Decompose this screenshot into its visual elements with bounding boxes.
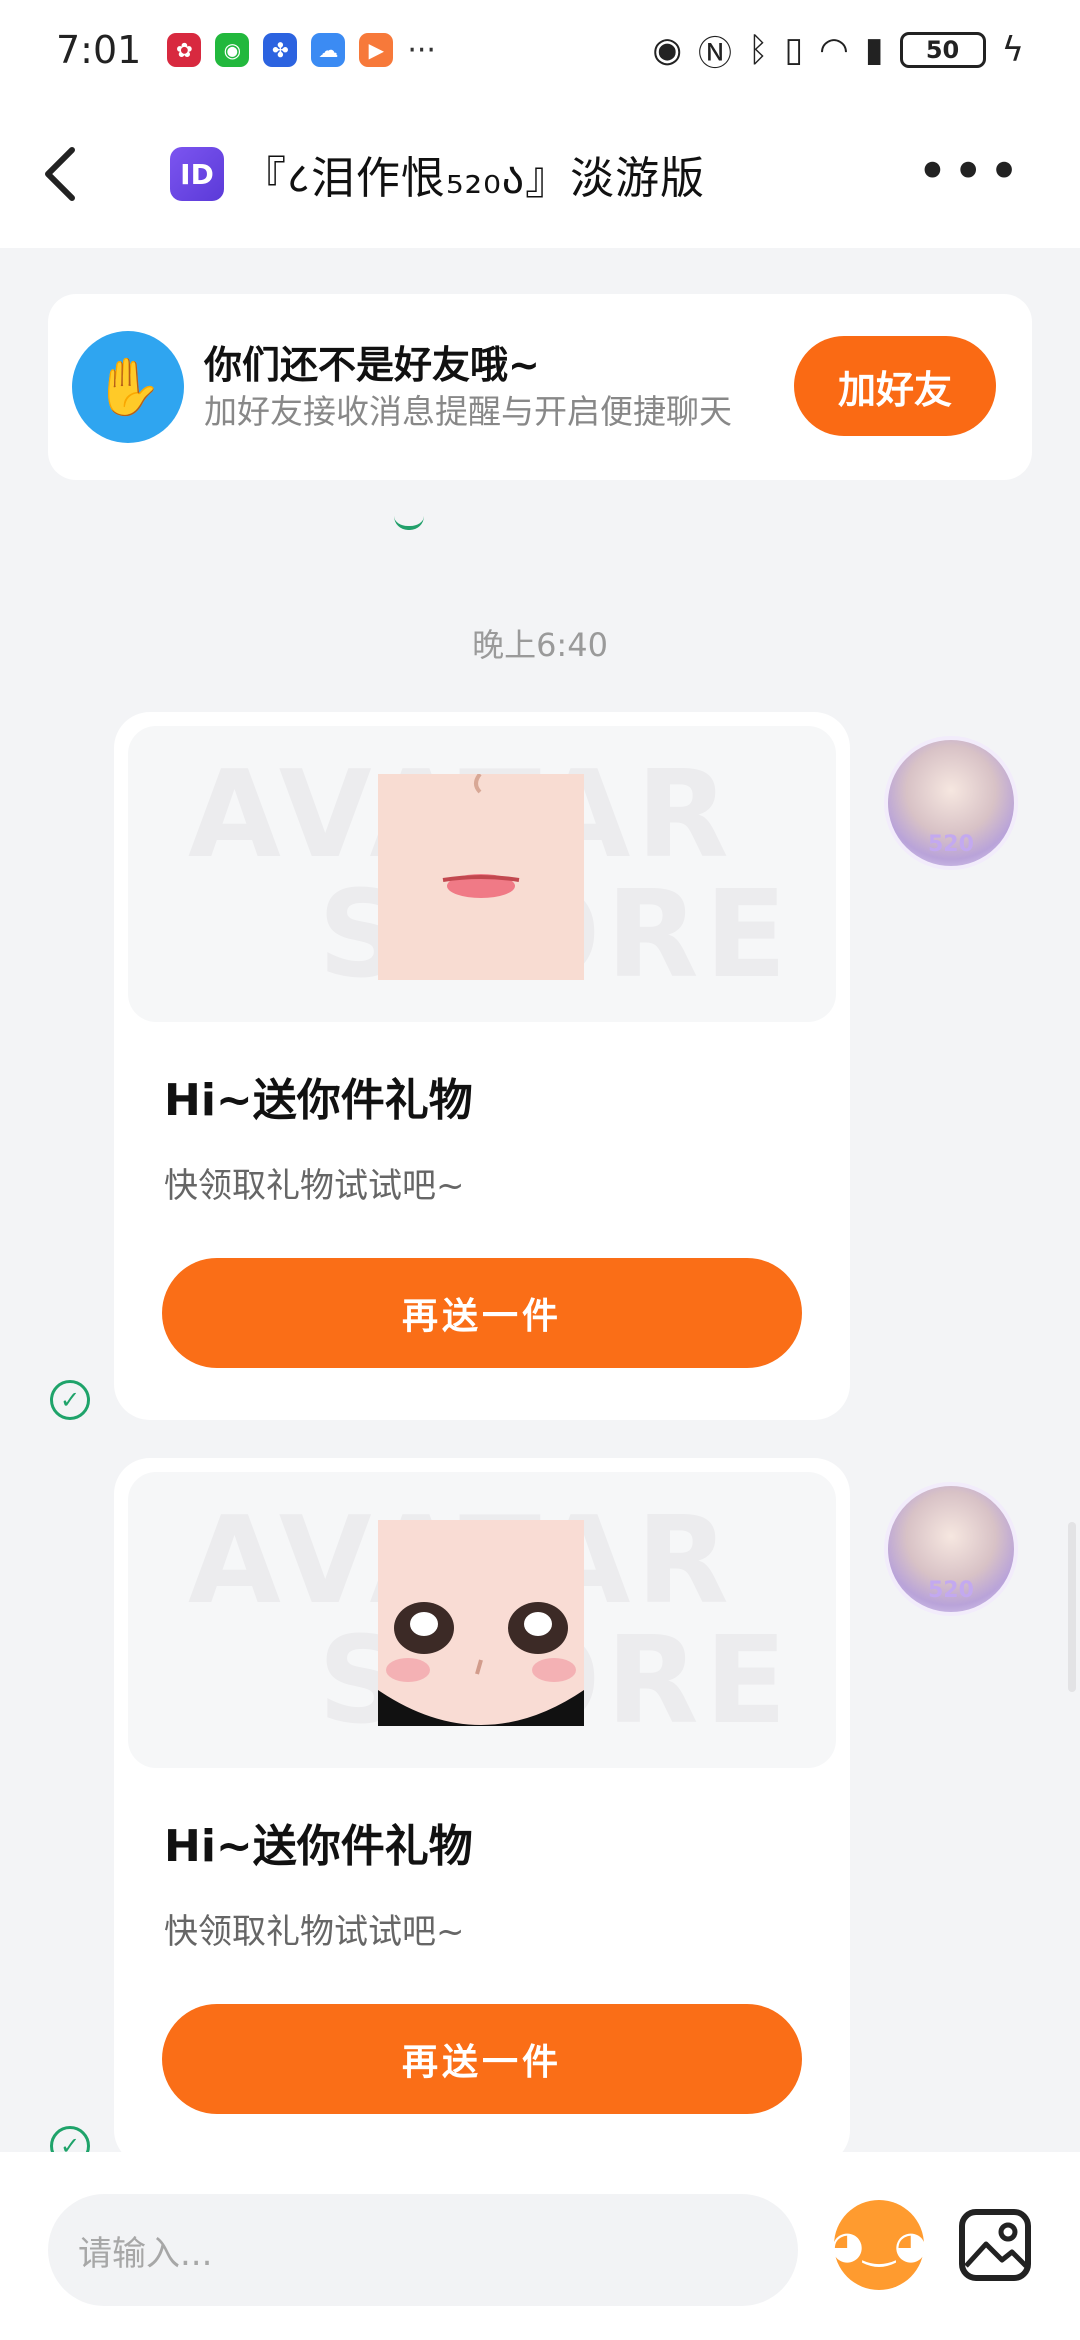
message-input[interactable]: 请输入... bbox=[48, 2194, 798, 2306]
battery-level: 50 bbox=[925, 36, 960, 64]
scrollbar[interactable] bbox=[1068, 1522, 1076, 1692]
status-app-icons: ✿ ◉ ✤ ☁ ▶ ··· bbox=[167, 33, 436, 68]
gift-card-title: Hi~送你件礼物 bbox=[164, 1075, 473, 1126]
gift-card-subtitle: 快领取礼物试试吧~ bbox=[164, 1912, 465, 1952]
friend-banner-title: 你们还不是好友哦~ bbox=[204, 343, 540, 387]
avatar-label: 520 bbox=[928, 1578, 974, 1603]
cloud-icon: ☁ bbox=[311, 33, 346, 67]
partial-check-icon bbox=[394, 516, 424, 530]
eye-icon: ◉ bbox=[652, 30, 683, 70]
waving-hand-icon: ✋ bbox=[72, 331, 184, 443]
status-more-icon: ··· bbox=[407, 32, 436, 68]
emoji-mascot-icon[interactable]: ◕‿◕ bbox=[831, 2200, 927, 2290]
id-badge-icon: ID bbox=[170, 147, 224, 201]
back-button[interactable] bbox=[0, 100, 120, 248]
status-right: ◉ Ⓝ ᛒ ▯ ◠ ▮ 50 ϟ bbox=[652, 26, 1024, 75]
id-badge-label: ID bbox=[180, 157, 214, 191]
baidu-icon: ✤ bbox=[263, 33, 298, 67]
user-avatar[interactable]: 520 bbox=[884, 1482, 1018, 1616]
gift-message-card[interactable]: AVATAR STORE Hi~送你件礼物 快领取礼物试试吧~ 再送一件 bbox=[114, 712, 850, 1420]
status-bar: 7:01 ✿ ◉ ✤ ☁ ▶ ··· ◉ Ⓝ ᛒ ▯ ◠ ▮ 50 ϟ bbox=[0, 0, 1080, 100]
gift-preview-image: AVATAR STORE bbox=[128, 726, 836, 1022]
add-friend-banner: ✋ 你们还不是好友哦~ 加好友接收消息提醒与开启便捷聊天 加好友 bbox=[48, 294, 1032, 480]
send-again-button[interactable]: 再送一件 bbox=[162, 1258, 802, 1368]
eyes-face-image bbox=[378, 1520, 584, 1726]
gift-preview-image: AVATAR STORE bbox=[128, 1472, 836, 1768]
friend-banner-subtitle: 加好友接收消息提醒与开启便捷聊天 bbox=[204, 392, 732, 431]
lips-face-image bbox=[378, 774, 584, 980]
add-friend-button[interactable]: 加好友 bbox=[794, 336, 996, 436]
user-avatar[interactable]: 520 bbox=[884, 736, 1018, 870]
check-circle-icon: ✓ bbox=[50, 1380, 90, 1420]
gift-card-title: Hi~送你件礼物 bbox=[164, 1821, 473, 1872]
status-time: 7:01 bbox=[56, 28, 142, 72]
charging-icon: ϟ bbox=[1001, 30, 1024, 70]
video-icon: ▶ bbox=[359, 33, 394, 67]
more-options-button[interactable]: ••• bbox=[916, 140, 1024, 203]
input-bar: 请输入... ◕‿◕ bbox=[0, 2152, 1080, 2340]
message-timestamp: 晚上6:40 bbox=[472, 626, 608, 664]
gift-message-card[interactable]: AVATAR STORE Hi~送你件礼物 快领取礼物试试吧~ 再送一件 bbox=[114, 1458, 850, 2166]
chat-title: 『८泪作恨₅₂₀ა』淡游版 bbox=[242, 153, 706, 204]
image-picker-icon[interactable] bbox=[958, 2208, 1032, 2282]
friend-banner-texts: 你们还不是好友哦~ 加好友接收消息提醒与开启便捷聊天 bbox=[204, 340, 764, 434]
wechat-icon: ◉ bbox=[215, 33, 250, 67]
wifi-icon: ◠ bbox=[819, 30, 849, 70]
chevron-left-icon bbox=[45, 147, 75, 201]
battery-icon: 50 bbox=[899, 32, 986, 68]
gift-card-subtitle: 快领取礼物试试吧~ bbox=[164, 1166, 465, 1206]
huawei-app-icon: ✿ bbox=[167, 33, 202, 67]
avatar-label: 520 bbox=[928, 832, 974, 857]
nfc-icon: Ⓝ bbox=[698, 33, 733, 74]
send-again-button[interactable]: 再送一件 bbox=[162, 2004, 802, 2114]
bluetooth-icon: ᛒ bbox=[748, 30, 769, 70]
vibrate-icon: ▯ bbox=[784, 30, 804, 70]
chat-header: ID 『८泪作恨₅₂₀ა』淡游版 ••• bbox=[0, 100, 1080, 248]
alert-icon: ▮ bbox=[864, 30, 884, 70]
